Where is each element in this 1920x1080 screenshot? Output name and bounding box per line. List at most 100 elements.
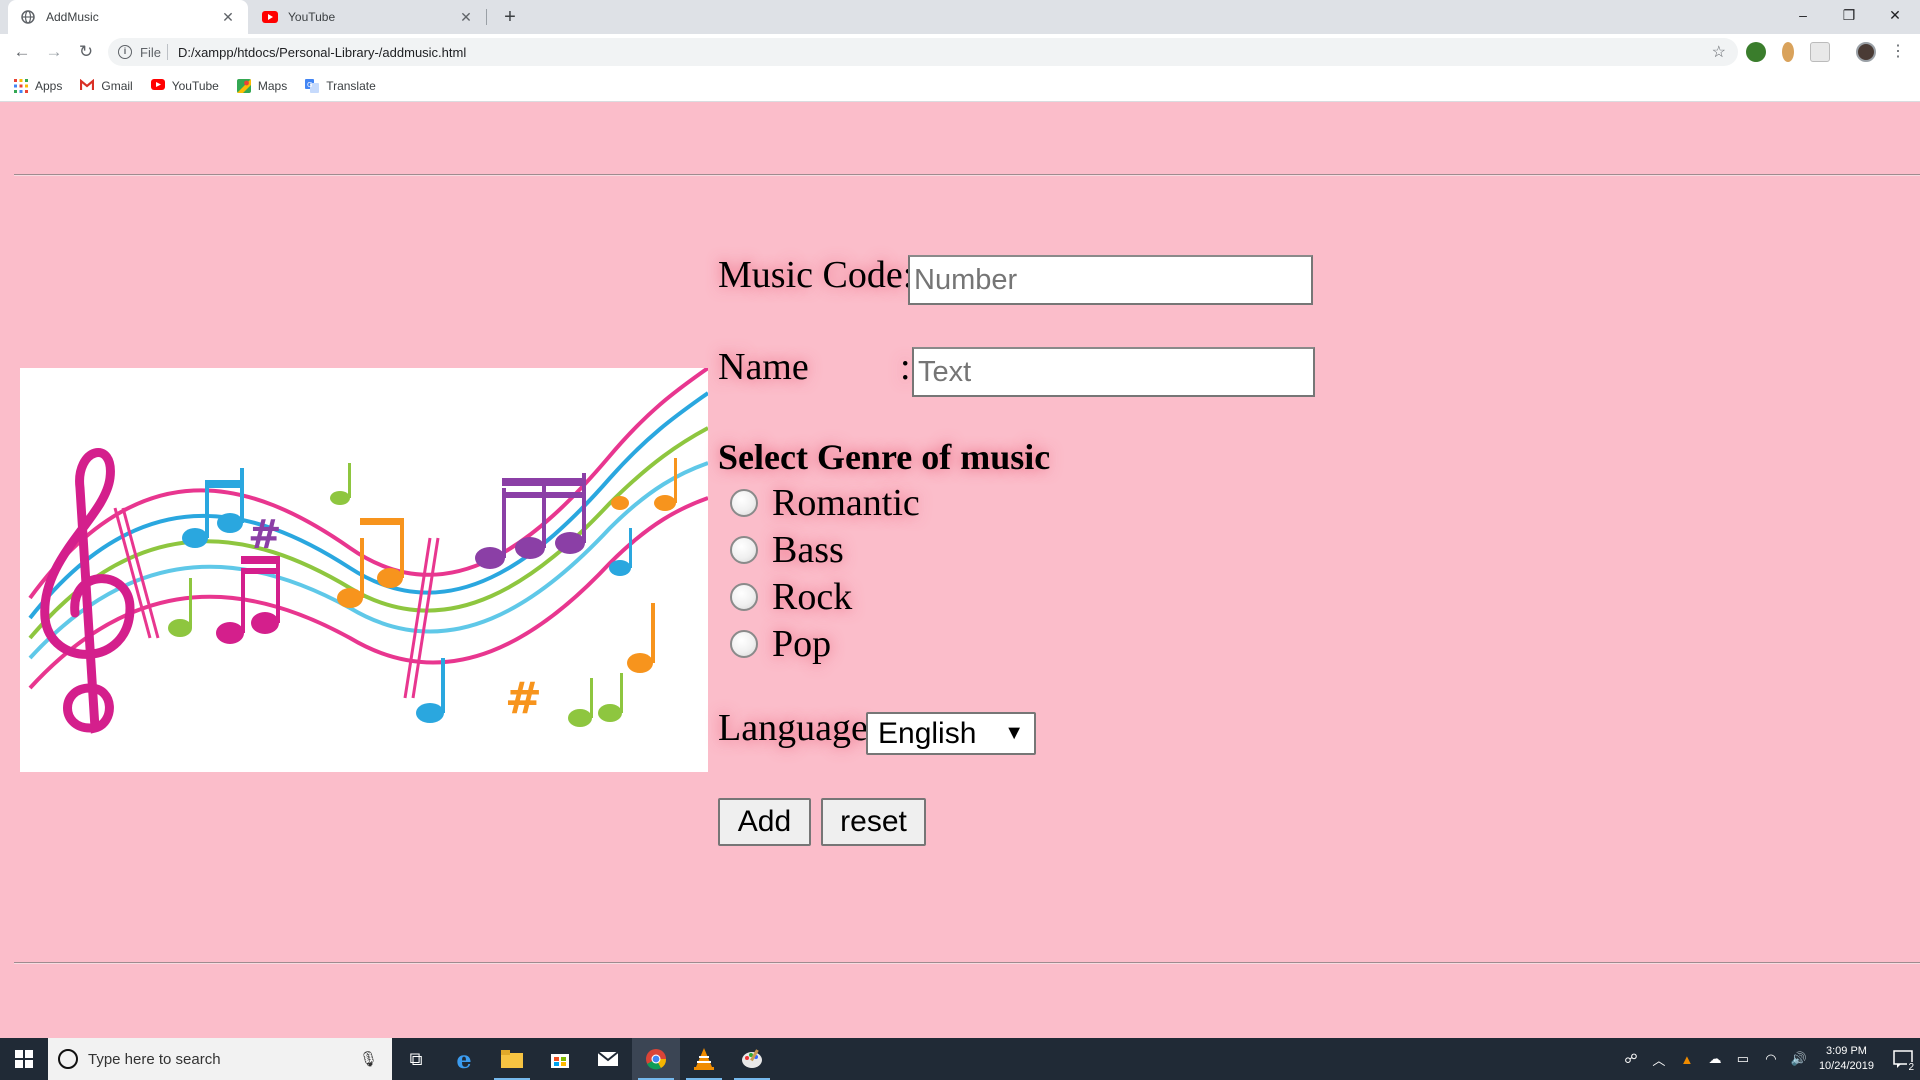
notification-center-icon[interactable]: 2	[1886, 1038, 1920, 1080]
clock-date: 10/24/2019	[1818, 1060, 1874, 1072]
avatar[interactable]	[1856, 42, 1876, 62]
divider	[166, 44, 168, 60]
vlc-icon[interactable]	[680, 1038, 728, 1080]
bookmark-maps[interactable]: Maps	[236, 78, 288, 93]
chrome-icon[interactable]	[632, 1038, 680, 1080]
edge-icon[interactable]: e	[440, 1038, 488, 1080]
clock-time: 3:09 PM	[1825, 1045, 1867, 1057]
language-select[interactable]: English ▼	[866, 712, 1036, 755]
volume-icon[interactable]: 🔊	[1787, 1051, 1811, 1067]
genre-label: Romantic	[772, 482, 920, 524]
language-selected-value: English	[878, 716, 977, 750]
genre-option-romantic[interactable]: Romantic	[730, 481, 920, 525]
mail-icon[interactable]	[584, 1038, 632, 1080]
file-explorer-icon[interactable]	[488, 1038, 536, 1080]
youtube-icon	[150, 78, 165, 93]
genre-option-pop[interactable]: Pop	[730, 622, 831, 666]
new-tab-button[interactable]: +	[498, 5, 522, 29]
window-close-button[interactable]: ✕	[1872, 0, 1918, 30]
bookmark-label: Translate	[326, 78, 376, 93]
store-icon[interactable]	[536, 1038, 584, 1080]
address-bar[interactable]: i File D:/xampp/htdocs/Personal-Library-…	[108, 38, 1738, 66]
tab-title: AddMusic	[46, 10, 99, 24]
onedrive-icon[interactable]: ☁	[1703, 1051, 1727, 1067]
forward-icon[interactable]: →	[42, 40, 66, 64]
svg-text:#: #	[248, 512, 282, 558]
extension-icon[interactable]	[1782, 42, 1794, 62]
close-icon[interactable]: ✕	[458, 9, 474, 25]
dropdown-arrow-icon: ▼	[1004, 722, 1024, 744]
apps-grid-icon	[14, 78, 28, 93]
genre-option-bass[interactable]: Bass	[730, 528, 844, 572]
tab-strip: AddMusic ✕ YouTube ✕ + – ❐ ✕	[0, 0, 1920, 34]
bookmark-label: YouTube	[171, 78, 219, 93]
bookmark-apps[interactable]: Apps	[14, 78, 63, 93]
translate-icon: G	[305, 78, 320, 93]
bookmark-label: Apps	[35, 78, 63, 93]
bookmark-label: Maps	[257, 78, 288, 93]
microphone-icon[interactable]: 🎙	[359, 1050, 378, 1068]
radio-button[interactable]	[730, 536, 758, 564]
minimize-button[interactable]: –	[1780, 0, 1826, 30]
music-code-label: Music Code:	[718, 254, 914, 296]
tab-addmusic[interactable]: AddMusic ✕	[8, 0, 248, 34]
globe-icon	[20, 9, 36, 25]
wifi-icon[interactable]: ◠	[1759, 1051, 1783, 1067]
extension-icon[interactable]	[1746, 42, 1766, 62]
vlc-tray-icon[interactable]: ▲	[1675, 1052, 1699, 1067]
music-notes-image: # #	[20, 368, 708, 772]
name-label: Name	[718, 346, 809, 388]
bookmark-label: Gmail	[101, 78, 133, 93]
top-divider	[14, 174, 1920, 176]
bookmark-star-icon[interactable]: ☆	[1712, 42, 1726, 62]
name-colon: :	[900, 346, 911, 388]
chevron-up-icon[interactable]: ︿	[1647, 1050, 1671, 1069]
windows-start-icon[interactable]	[0, 1038, 48, 1080]
language-label: Language	[718, 707, 868, 749]
taskbar: Type here to search 🎙 ⧉ e ☍ ︿ ▲ ☁ ▭ ◠ 🔊 …	[0, 1038, 1920, 1080]
tab-divider	[486, 9, 487, 25]
bookmark-gmail[interactable]: Gmail	[80, 78, 133, 93]
tab-title: YouTube	[288, 10, 336, 24]
extension-icon[interactable]	[1810, 42, 1830, 62]
task-view-icon[interactable]: ⧉	[392, 1038, 440, 1080]
back-icon[interactable]: ←	[10, 40, 34, 64]
notification-count: 2	[1907, 1062, 1915, 1073]
scheme-label: File	[140, 44, 161, 60]
genre-option-rock[interactable]: Rock	[730, 575, 852, 619]
people-icon[interactable]: ☍	[1619, 1051, 1643, 1067]
battery-icon[interactable]: ▭	[1731, 1051, 1755, 1067]
genre-heading: Select Genre of music	[718, 437, 1051, 477]
menu-kebab-icon[interactable]: ⋮	[1886, 40, 1910, 64]
bookmarks-bar: Apps Gmail YouTube Maps G Translate	[0, 70, 1920, 102]
taskbar-search-box[interactable]: Type here to search 🎙	[48, 1038, 392, 1080]
radio-button[interactable]	[730, 630, 758, 658]
radio-button[interactable]	[730, 583, 758, 611]
paint-icon[interactable]	[728, 1038, 776, 1080]
reload-icon[interactable]: ↻	[74, 40, 98, 64]
gmail-icon	[80, 78, 95, 93]
genre-label: Bass	[772, 529, 844, 571]
info-icon[interactable]: i	[118, 45, 132, 59]
genre-label: Pop	[772, 623, 832, 665]
search-placeholder: Type here to search	[88, 1050, 221, 1068]
name-input[interactable]	[912, 347, 1315, 397]
bookmark-youtube[interactable]: YouTube	[150, 78, 219, 93]
maps-icon	[236, 78, 251, 93]
cortana-icon	[58, 1049, 78, 1069]
reset-button[interactable]: reset	[821, 798, 926, 846]
clock[interactable]: 3:09 PM 10/24/2019	[1819, 1044, 1874, 1074]
url-text[interactable]: D:/xampp/htdocs/Personal-Library-/addmus…	[178, 45, 466, 60]
youtube-icon	[262, 9, 278, 25]
svg-text:G: G	[307, 81, 312, 89]
close-icon[interactable]: ✕	[220, 9, 236, 25]
restore-button[interactable]: ❐	[1826, 0, 1872, 30]
music-code-input[interactable]	[908, 255, 1313, 305]
browser-toolbar: ← → ↻ i File D:/xampp/htdocs/Personal-Li…	[0, 34, 1920, 70]
genre-label: Rock	[772, 576, 853, 618]
add-button[interactable]: Add	[718, 798, 811, 846]
radio-button[interactable]	[730, 489, 758, 517]
tab-youtube[interactable]: YouTube ✕	[250, 0, 486, 34]
bookmark-translate[interactable]: G Translate	[305, 78, 376, 93]
svg-text:#: #	[505, 673, 542, 724]
